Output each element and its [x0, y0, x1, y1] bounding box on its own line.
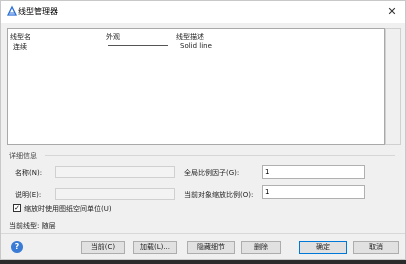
object-scale-field[interactable] [262, 185, 365, 199]
description-field[interactable] [55, 188, 175, 200]
ok-button[interactable]: 确定 [299, 241, 347, 254]
object-scale-label: 当前对象缩放比例(O): [184, 191, 254, 199]
description-label: 说明(E): [15, 191, 42, 199]
name-label: 名称(N): [15, 169, 43, 177]
global-scale-field[interactable] [262, 165, 365, 179]
background-taskbar-strip [0, 260, 406, 264]
close-icon[interactable]: ✕ [385, 4, 399, 18]
help-icon[interactable]: ? [11, 241, 23, 253]
cancel-button[interactable]: 取消 [353, 241, 399, 254]
linetype-name-cell: 连续 [13, 43, 27, 51]
column-header-appearance[interactable]: 外观 [106, 32, 120, 42]
global-scale-label: 全局比例因子(G): [184, 169, 240, 177]
details-group-label: 详细信息 [9, 152, 37, 160]
column-header-description[interactable]: 线型描述 [176, 32, 204, 42]
linetype-description-cell: Solid line [180, 42, 212, 50]
linetype-list[interactable]: 线型名 外观 线型描述 连续 Solid line [7, 28, 385, 145]
bottom-divider [1, 233, 405, 234]
hide-details-button[interactable]: 隐藏细节 [187, 241, 235, 254]
title-bar: 线型管理器 ✕ [1, 1, 405, 23]
column-header-name[interactable]: 线型名 [10, 32, 31, 42]
linetype-app-icon [6, 5, 18, 16]
window-title: 线型管理器 [18, 7, 58, 16]
list-scrollbar[interactable] [385, 28, 401, 145]
paper-space-checkbox[interactable]: ✓ [13, 204, 21, 212]
line-appearance-sample [108, 45, 168, 46]
delete-button[interactable]: 删除 [241, 241, 281, 254]
paper-space-label[interactable]: 缩放时使用图纸空间单位(U) [24, 204, 112, 214]
details-group-divider [45, 155, 395, 156]
load-button[interactable]: 加载(L)... [133, 241, 177, 254]
name-field[interactable] [55, 166, 175, 178]
linetype-manager-dialog: 线型管理器 ✕ 线型名 外观 线型描述 连续 Solid line 详细信息 名… [0, 0, 406, 260]
current-linetype-label: 当前线型: 随层 [9, 222, 56, 230]
current-button[interactable]: 当前(C) [81, 241, 125, 254]
